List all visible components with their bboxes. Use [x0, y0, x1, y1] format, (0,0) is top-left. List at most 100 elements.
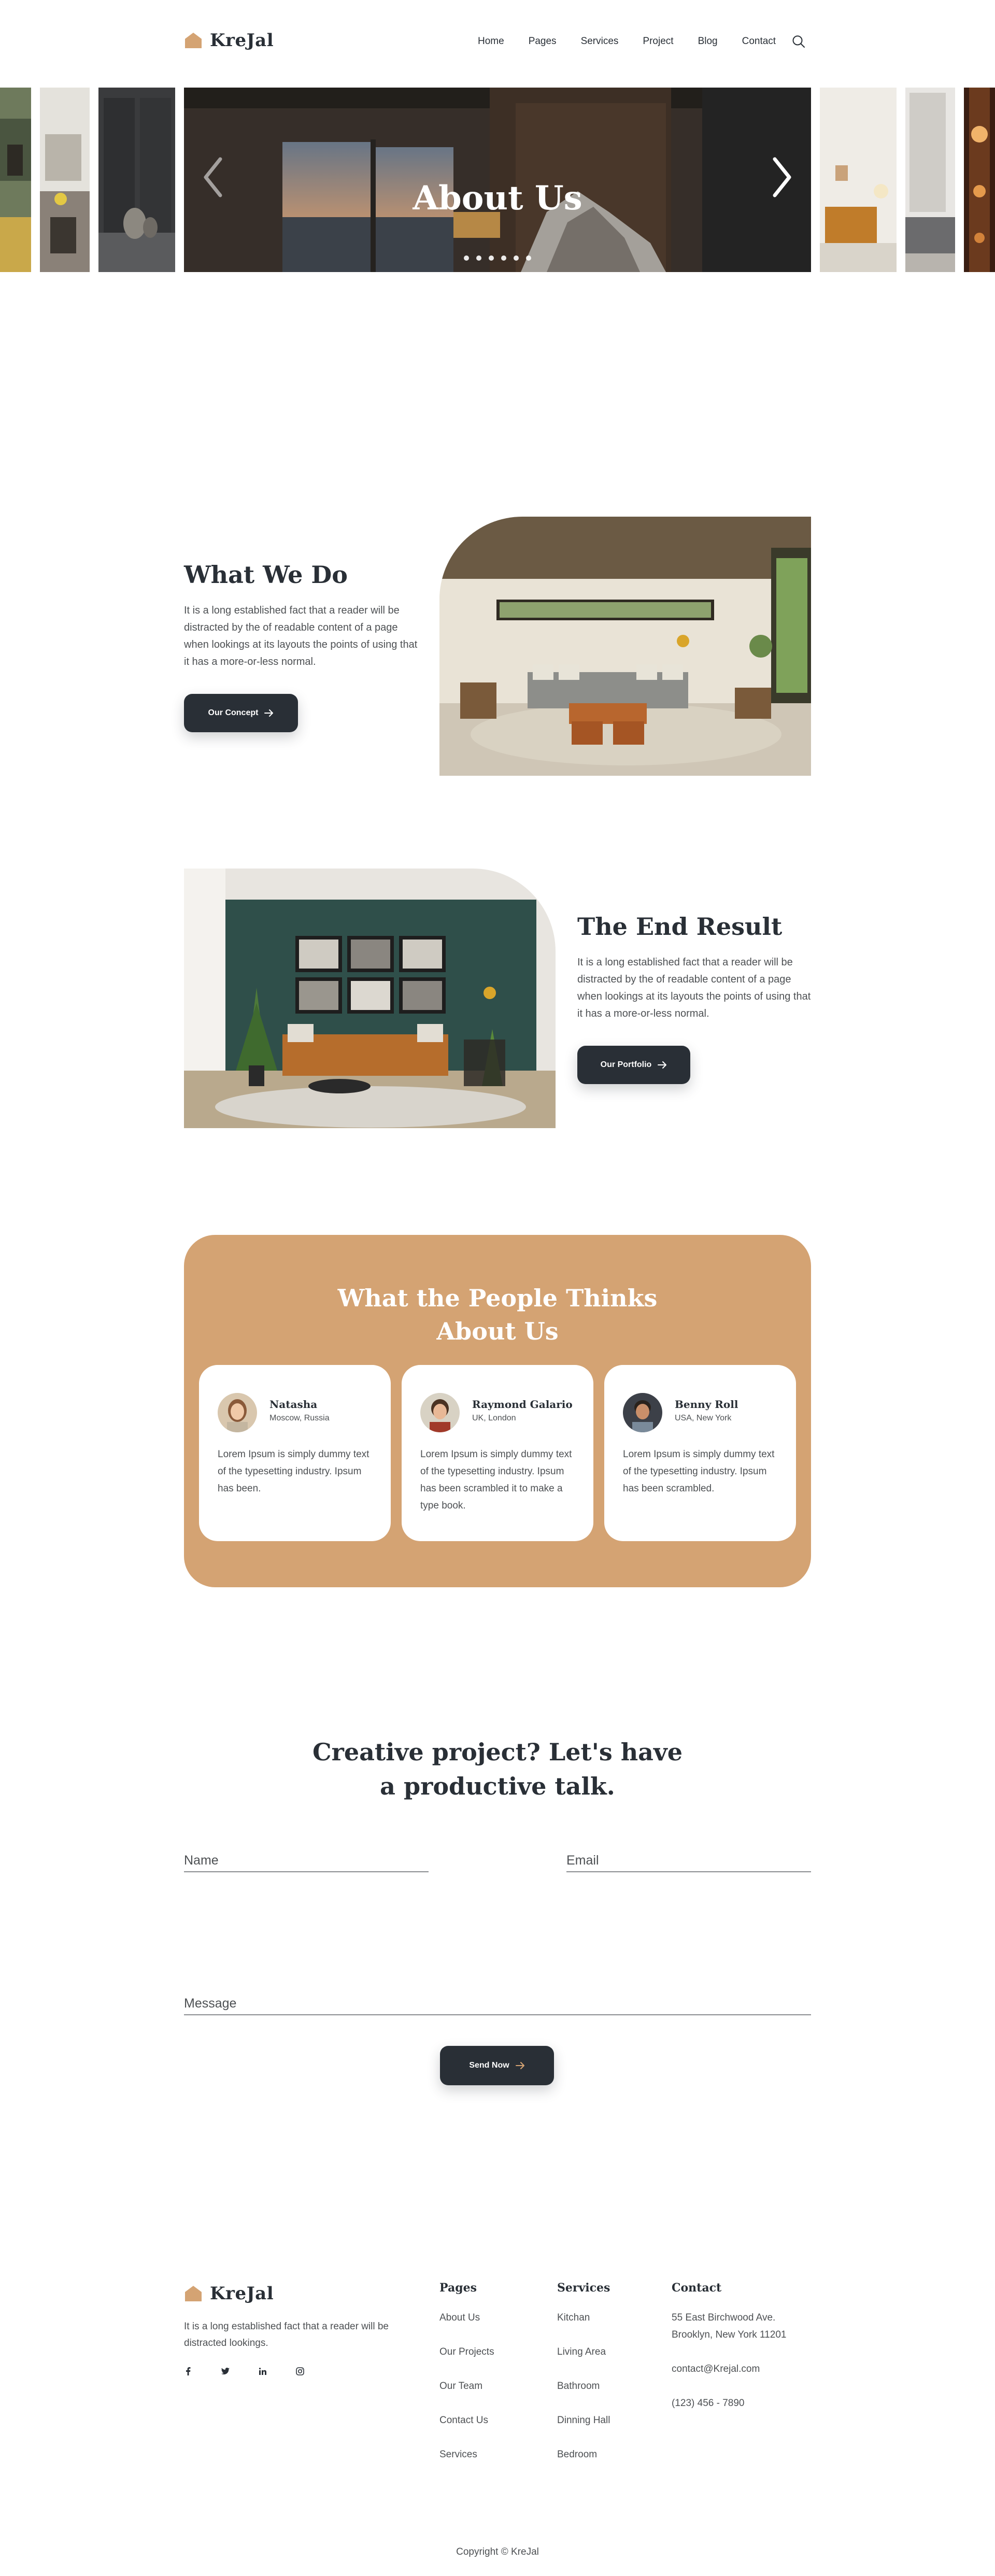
- copyright: Copyright © KreJal: [456, 2546, 539, 2557]
- chevron-left-icon[interactable]: [200, 154, 226, 201]
- instagram-icon[interactable]: [296, 2367, 304, 2375]
- testimonial-text: Lorem Ipsum is simply dummy text of the …: [623, 1449, 775, 1494]
- slider-thumb-image: [0, 88, 31, 272]
- main-nav: Home Pages Services Project Blog Contact: [478, 34, 806, 49]
- footer-contact-title: Contact: [672, 2281, 722, 2295]
- message-field[interactable]: [184, 1996, 811, 2015]
- our-concept-label: Our Concept: [208, 708, 259, 717]
- contact-title-line1: Creative project? Let's have: [312, 1738, 683, 1766]
- arrow-right-icon: [658, 1061, 667, 1069]
- slider-dot[interactable]: [464, 255, 469, 261]
- footer-logo-text: KreJal: [210, 2283, 274, 2304]
- slider-dot[interactable]: [501, 255, 506, 261]
- social-links: [184, 2367, 304, 2375]
- footer-link-services[interactable]: Services: [439, 2449, 494, 2483]
- footer-address-line2: Brooklyn, New York 11201: [672, 2329, 787, 2340]
- testimonial-name: Benny Roll: [675, 1398, 738, 1411]
- footer-link-about-us[interactable]: About Us: [439, 2312, 494, 2346]
- send-now-button[interactable]: Send Now: [440, 2046, 554, 2085]
- facebook-icon[interactable]: [184, 2367, 192, 2375]
- slider-thumb[interactable]: [0, 88, 31, 272]
- send-now-label: Send Now: [469, 2061, 509, 2070]
- hero-slider: About Us: [0, 88, 995, 272]
- our-portfolio-button[interactable]: Our Portfolio: [577, 1046, 690, 1084]
- contact-title-line2: a productive talk.: [380, 1772, 615, 1800]
- slider-thumb[interactable]: [40, 88, 90, 272]
- nav-project[interactable]: Project: [643, 36, 673, 47]
- slider-thumb[interactable]: [964, 88, 995, 272]
- footer-logo[interactable]: KreJal: [184, 2283, 274, 2304]
- testimonial-location: USA, New York: [675, 1414, 732, 1422]
- slider-dots: [184, 255, 811, 261]
- what-we-do-text: It is a long established fact that a rea…: [184, 605, 418, 667]
- email-field[interactable]: [566, 1853, 811, 1872]
- our-portfolio-label: Our Portfolio: [600, 1060, 652, 1069]
- end-result-title: The End Result: [577, 913, 783, 941]
- testimonial-card: Natasha Moscow, Russia Lorem Ipsum is si…: [199, 1365, 391, 1541]
- testimonials-title-line2: About Us: [436, 1317, 559, 1345]
- slider-thumb[interactable]: [98, 88, 175, 272]
- slider-thumb-image: [98, 88, 175, 272]
- logo[interactable]: KreJal: [184, 30, 274, 51]
- avatar: [623, 1393, 662, 1432]
- nav-home[interactable]: Home: [478, 36, 504, 47]
- green-wall-room-illustration: [184, 869, 556, 1128]
- hero-slide: About Us: [184, 88, 811, 272]
- footer-link-contact-us[interactable]: Contact Us: [439, 2415, 494, 2449]
- footer-description: It is a long established fact that a rea…: [184, 2321, 389, 2349]
- search-icon[interactable]: [791, 34, 806, 49]
- twitter-icon[interactable]: [221, 2367, 230, 2375]
- testimonials-section: What the People Thinks About Us Natasha …: [184, 1235, 811, 1587]
- slider-dot[interactable]: [489, 255, 494, 261]
- footer-link-our-projects[interactable]: Our Projects: [439, 2346, 494, 2381]
- footer-pages-title: Pages: [439, 2281, 477, 2295]
- footer-services-title: Services: [557, 2281, 610, 2295]
- house-logo-icon: [185, 33, 202, 48]
- testimonial-location: Moscow, Russia: [269, 1414, 330, 1422]
- footer-link-bedroom[interactable]: Bedroom: [557, 2449, 610, 2483]
- footer-link-our-team[interactable]: Our Team: [439, 2381, 494, 2415]
- nav-contact[interactable]: Contact: [742, 36, 776, 47]
- footer-link-kitchan[interactable]: Kitchan: [557, 2312, 610, 2346]
- slider-thumb[interactable]: [905, 88, 955, 272]
- living-room-illustration: [439, 517, 811, 776]
- footer-link-living-area[interactable]: Living Area: [557, 2346, 610, 2381]
- slider-thumb[interactable]: [820, 88, 897, 272]
- footer-link-dinning-hall[interactable]: Dinning Hall: [557, 2415, 610, 2449]
- slider-thumb-image: [905, 88, 955, 272]
- linkedin-icon[interactable]: [259, 2367, 267, 2375]
- nav-blog[interactable]: Blog: [698, 36, 718, 47]
- end-result-text: It is a long established fact that a rea…: [577, 957, 811, 1019]
- testimonial-card: Benny Roll USA, New York Lorem Ipsum is …: [604, 1365, 796, 1541]
- slider-thumb-image: [820, 88, 897, 272]
- footer-link-bathroom[interactable]: Bathroom: [557, 2381, 610, 2415]
- arrow-right-icon: [264, 709, 274, 717]
- slider-thumb-image: [964, 88, 995, 272]
- footer-email[interactable]: contact@Krejal.com: [672, 2360, 786, 2378]
- house-logo-icon: [185, 2286, 202, 2301]
- arrow-right-icon: [515, 2062, 524, 2069]
- nav-pages[interactable]: Pages: [529, 36, 557, 47]
- footer-pages-list: About Us Our Projects Our Team Contact U…: [439, 2312, 494, 2483]
- avatar-image: [420, 1393, 460, 1432]
- testimonial-name: Raymond Galario: [472, 1398, 573, 1411]
- site-header: KreJal Home Pages Services Project Blog …: [0, 0, 995, 88]
- avatar: [420, 1393, 460, 1432]
- green-wall-room-image: [184, 869, 556, 1128]
- what-we-do-title: What We Do: [184, 561, 348, 589]
- slider-dot[interactable]: [476, 255, 481, 261]
- slider-dot[interactable]: [526, 255, 531, 261]
- name-field[interactable]: [184, 1853, 429, 1872]
- footer-address-line1: 55 East Birchwood Ave.: [672, 2312, 776, 2323]
- logo-text: KreJal: [210, 30, 274, 51]
- nav-services[interactable]: Services: [581, 36, 619, 47]
- footer-phone[interactable]: (123) 456 - 7890: [672, 2395, 786, 2412]
- living-room-image: [439, 517, 811, 776]
- our-concept-button[interactable]: Our Concept: [184, 694, 298, 732]
- hero-title: About Us: [413, 179, 582, 218]
- chevron-right-icon[interactable]: [769, 154, 795, 201]
- avatar: [218, 1393, 257, 1432]
- testimonial-text: Lorem Ipsum is simply dummy text of the …: [420, 1449, 572, 1511]
- slider-dot[interactable]: [514, 255, 519, 261]
- footer-contact-info: 55 East Birchwood Ave. Brooklyn, New Yor…: [672, 2309, 786, 2412]
